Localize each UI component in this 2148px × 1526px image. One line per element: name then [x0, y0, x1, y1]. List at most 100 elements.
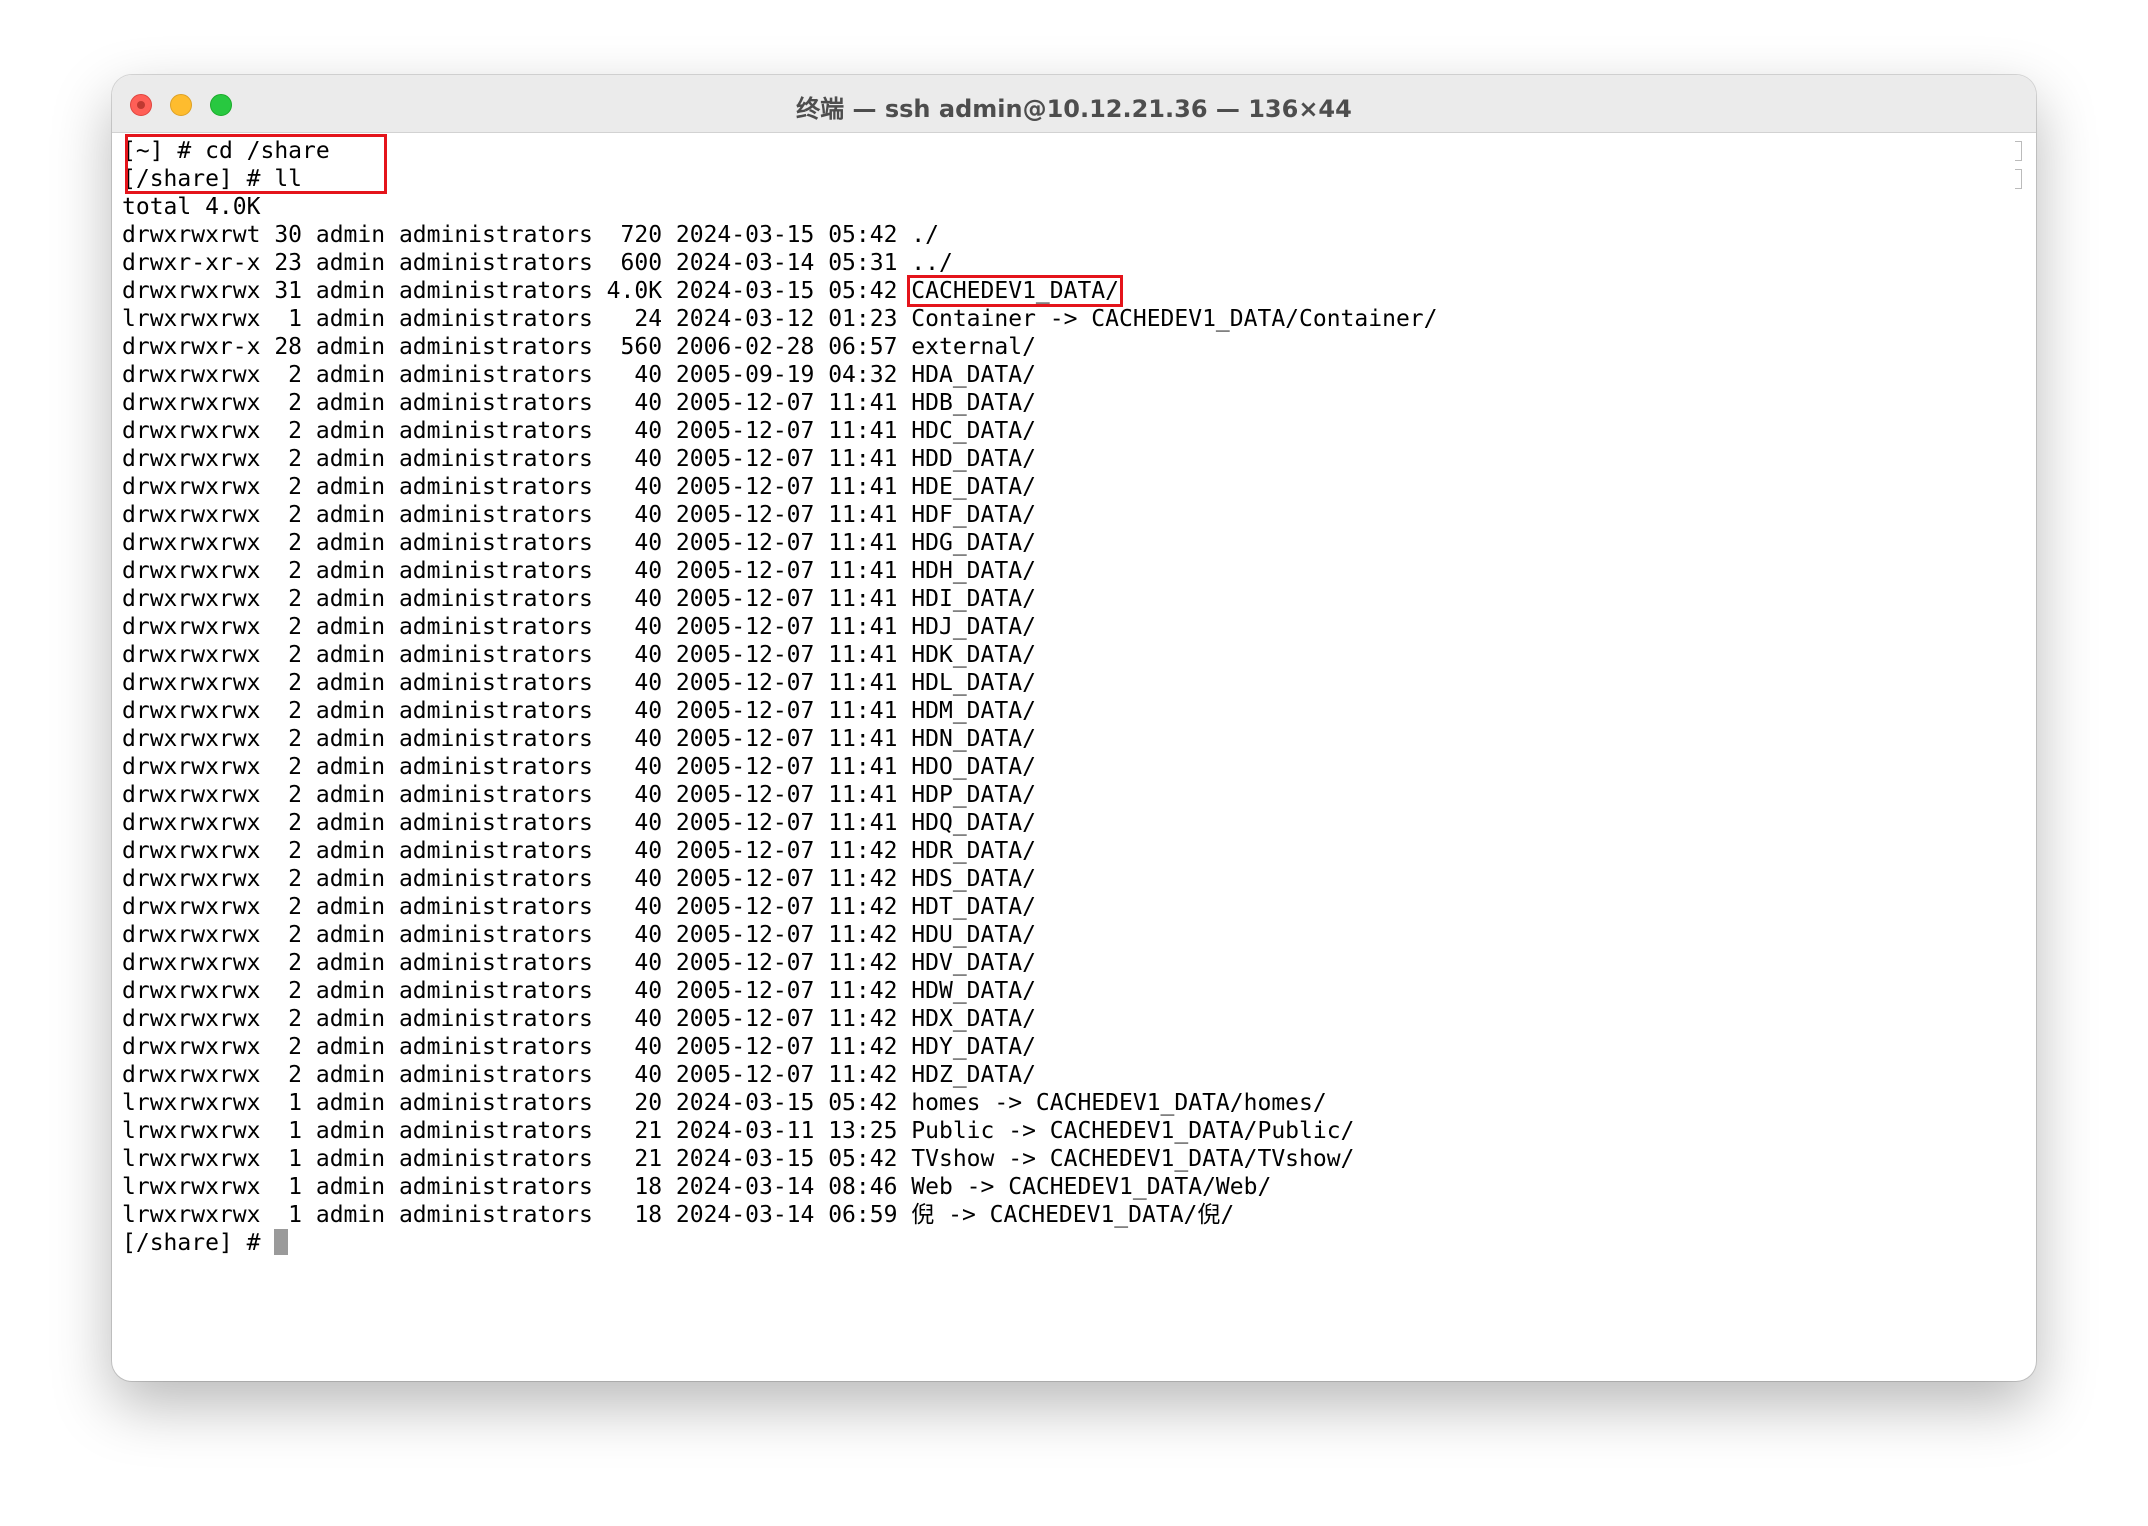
listing-row-meta: drwxrwxrwx 2 admin administrators 40 200…: [122, 670, 912, 696]
listing-row-meta: drwxrwxrwx 2 admin administrators 40 200…: [122, 1006, 912, 1032]
listing-row: drwxrwxr-x 28 admin administrators 560 2…: [122, 333, 2026, 361]
listing-row-meta: drwxrwxrwx 2 admin administrators 40 200…: [122, 502, 912, 528]
listing-row-name: HDK_DATA/: [911, 642, 1036, 668]
listing-row-meta: drwxrwxrwx 2 admin administrators 40 200…: [122, 894, 912, 920]
title-bar[interactable]: 终端 — ssh admin@10.12.21.36 — 136×44: [112, 75, 2036, 133]
listing-row-meta: drwxrwxrwx 2 admin administrators 40 200…: [122, 390, 912, 416]
listing-row-meta: lrwxrwxrwx 1 admin administrators 21 202…: [122, 1146, 912, 1172]
listing-row-meta: drwxrwxrwx 2 admin administrators 40 200…: [122, 698, 912, 724]
listing-row-meta: drwxrwxrwx 2 admin administrators 40 200…: [122, 530, 912, 556]
listing-row-meta: drwxrwxrwx 31 admin administrators 4.0K …: [122, 278, 912, 304]
listing-row: drwxrwxrwx 2 admin administrators 40 200…: [122, 837, 2026, 865]
listing-row-name: HDA_DATA/: [911, 362, 1036, 388]
listing-row: drwxrwxrwx 2 admin administrators 40 200…: [122, 809, 2026, 837]
listing-row-name: Web -> CACHEDEV1_DATA/Web/: [911, 1174, 1272, 1200]
listing-row: drwxrwxrwx 31 admin administrators 4.0K …: [122, 275, 2026, 307]
listing-row-name: HDX_DATA/: [911, 1006, 1036, 1032]
listing-row-name: HDY_DATA/: [911, 1034, 1036, 1060]
shell-prompt: [~] #: [122, 138, 206, 164]
command-line: [~] # cd /share: [122, 137, 2026, 165]
listing-row: drwxrwxrwx 2 admin administrators 40 200…: [122, 417, 2026, 445]
listing-row-meta: lrwxrwxrwx 1 admin administrators 24 202…: [122, 306, 912, 332]
final-prompt: [/share] #: [122, 1230, 275, 1256]
listing-row: drwxrwxrwx 2 admin administrators 40 200…: [122, 1005, 2026, 1033]
highlighted-entry-name: CACHEDEV1_DATA/: [907, 275, 1124, 307]
listing-row-meta: lrwxrwxrwx 1 admin administrators 18 202…: [122, 1202, 912, 1228]
listing-row-meta: drwxrwxrwx 2 admin administrators 40 200…: [122, 726, 912, 752]
listing-row: drwxrwxrwx 2 admin administrators 40 200…: [122, 473, 2026, 501]
listing-row-meta: drwxrwxrwx 2 admin administrators 40 200…: [122, 866, 912, 892]
terminal-window: 终端 — ssh admin@10.12.21.36 — 136×44 [~] …: [112, 75, 2036, 1381]
listing-row: drwxrwxrwx 2 admin administrators 40 200…: [122, 613, 2026, 641]
listing-row: drwxrwxrwx 2 admin administrators 40 200…: [122, 641, 2026, 669]
listing-row-name: HDE_DATA/: [911, 474, 1036, 500]
listing-row: lrwxrwxrwx 1 admin administrators 21 202…: [122, 1117, 2026, 1145]
listing-row-meta: drwxrwxrwx 2 admin administrators 40 200…: [122, 418, 912, 444]
listing-row-name: HDR_DATA/: [911, 838, 1036, 864]
listing-row: drwxr-xr-x 23 admin administrators 600 2…: [122, 249, 2026, 277]
scroll-marker-icon: [2015, 141, 2022, 161]
listing-row-name: HDZ_DATA/: [911, 1062, 1036, 1088]
listing-row: drwxrwxrwx 2 admin administrators 40 200…: [122, 977, 2026, 1005]
shell-command: ll: [274, 166, 303, 192]
listing-row-name: ./: [911, 222, 939, 248]
listing-row: drwxrwxrwx 2 admin administrators 40 200…: [122, 893, 2026, 921]
listing-row-name: HDV_DATA/: [911, 950, 1036, 976]
listing-row-meta: drwxrwxrwx 2 admin administrators 40 200…: [122, 614, 912, 640]
listing-row-name: HDP_DATA/: [911, 782, 1036, 808]
listing-row-meta: drwxrwxrwx 2 admin administrators 40 200…: [122, 446, 912, 472]
listing-row-meta: lrwxrwxrwx 1 admin administrators 21 202…: [122, 1118, 912, 1144]
listing-row-name: HDW_DATA/: [911, 978, 1036, 1004]
listing-row-name: HDM_DATA/: [911, 698, 1036, 724]
shell-prompt: [/share] #: [122, 166, 275, 192]
listing-row-name: HDO_DATA/: [911, 754, 1036, 780]
listing-row-meta: drwxrwxrwx 2 admin administrators 40 200…: [122, 922, 912, 948]
listing-row-name: Container -> CACHEDEV1_DATA/Container/: [911, 306, 1438, 332]
listing-row: drwxrwxrwx 2 admin administrators 40 200…: [122, 585, 2026, 613]
listing-row-name: HDC_DATA/: [911, 418, 1036, 444]
listing-row: drwxrwxrwx 2 admin administrators 40 200…: [122, 753, 2026, 781]
listing-row: drwxrwxrwx 2 admin administrators 40 200…: [122, 1033, 2026, 1061]
listing-row-name: HDJ_DATA/: [911, 614, 1036, 640]
listing-row: drwxrwxrwx 2 admin administrators 40 200…: [122, 669, 2026, 697]
total-line: total 4.0K: [122, 194, 261, 220]
listing-row-name: HDS_DATA/: [911, 866, 1036, 892]
listing-row-meta: drwxrwxrwx 2 admin administrators 40 200…: [122, 474, 912, 500]
listing-row-name: ../: [911, 250, 953, 276]
listing-row-name: HDT_DATA/: [911, 894, 1036, 920]
window-title: 终端 — ssh admin@10.12.21.36 — 136×44: [796, 95, 1352, 123]
listing-row-meta: drwxrwxrwx 2 admin administrators 40 200…: [122, 642, 912, 668]
listing-row: drwxrwxrwx 2 admin administrators 40 200…: [122, 389, 2026, 417]
listing-row-meta: drwxrwxrwt 30 admin administrators 720 2…: [122, 222, 912, 248]
listing-row: drwxrwxrwx 2 admin administrators 40 200…: [122, 361, 2026, 389]
terminal-output[interactable]: [~] # cd /share [/share] # ll total 4.0K …: [122, 134, 2026, 1381]
listing-row: drwxrwxrwx 2 admin administrators 40 200…: [122, 697, 2026, 725]
listing-row-meta: drwxrwxrwx 2 admin administrators 40 200…: [122, 558, 912, 584]
final-prompt-line[interactable]: [/share] #: [122, 1229, 2026, 1257]
listing-row: drwxrwxrwx 2 admin administrators 40 200…: [122, 921, 2026, 949]
listing-row-meta: lrwxrwxrwx 1 admin administrators 18 202…: [122, 1174, 912, 1200]
listing-row-name: HDG_DATA/: [911, 530, 1036, 556]
listing-row-name: HDU_DATA/: [911, 922, 1036, 948]
listing-row-name: homes -> CACHEDEV1_DATA/homes/: [911, 1090, 1327, 1116]
listing-row-name: HDF_DATA/: [911, 502, 1036, 528]
listing-row-name: TVshow -> CACHEDEV1_DATA/TVshow/: [911, 1146, 1355, 1172]
listing-row-meta: drwxrwxrwx 2 admin administrators 40 200…: [122, 978, 912, 1004]
listing-row-meta: drwxrwxrwx 2 admin administrators 40 200…: [122, 586, 912, 612]
shell-command: cd /share: [205, 138, 330, 164]
listing-row-meta: drwxrwxr-x 28 admin administrators 560 2…: [122, 334, 912, 360]
listing-row: lrwxrwxrwx 1 admin administrators 18 202…: [122, 1173, 2026, 1201]
listing-row-meta: drwxrwxrwx 2 admin administrators 40 200…: [122, 838, 912, 864]
listing-row-meta: drwxrwxrwx 2 admin administrators 40 200…: [122, 1034, 912, 1060]
listing-row-meta: drwxrwxrwx 2 admin administrators 40 200…: [122, 754, 912, 780]
listing-row-meta: lrwxrwxrwx 1 admin administrators 20 202…: [122, 1090, 912, 1116]
listing-row-meta: drwxrwxrwx 2 admin administrators 40 200…: [122, 950, 912, 976]
listing-row: drwxrwxrwx 2 admin administrators 40 200…: [122, 949, 2026, 977]
text-cursor: [274, 1229, 289, 1255]
listing-row-name: HDD_DATA/: [911, 446, 1036, 472]
listing-row: drwxrwxrwx 2 admin administrators 40 200…: [122, 501, 2026, 529]
listing-row: drwxrwxrwx 2 admin administrators 40 200…: [122, 781, 2026, 809]
listing-row-meta: drwxrwxrwx 2 admin administrators 40 200…: [122, 782, 912, 808]
listing-row-name: HDL_DATA/: [911, 670, 1036, 696]
listing-row-meta: drwxrwxrwx 2 admin administrators 40 200…: [122, 362, 912, 388]
